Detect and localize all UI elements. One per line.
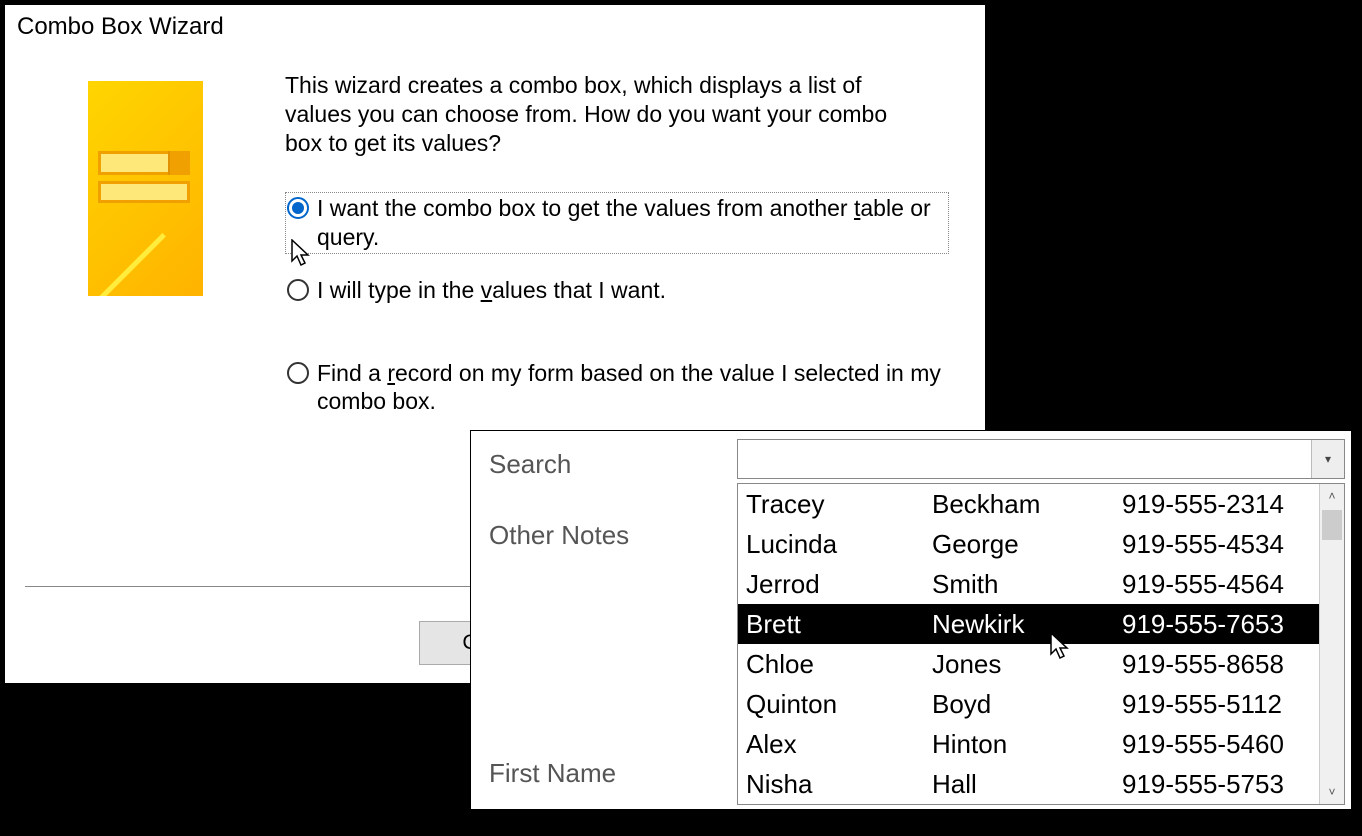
cell-last-name: Beckham: [928, 489, 1118, 520]
cell-phone: 919-555-5460: [1118, 729, 1319, 760]
radio-type-values[interactable]: I will type in the values that I want.: [285, 274, 949, 307]
cell-first-name: Brett: [738, 609, 928, 640]
cell-last-name: Hall: [928, 769, 1118, 800]
cell-last-name: Newkirk: [928, 609, 1118, 640]
cell-phone: 919-555-5753: [1118, 769, 1319, 800]
dropdown-toggle-button[interactable]: ▾: [1311, 440, 1344, 478]
combo-rows-container: TraceyBeckham919-555-2314LucindaGeorge91…: [738, 484, 1319, 804]
combo-list-item[interactable]: NishaHall919-555-5753: [738, 764, 1319, 804]
cell-last-name: George: [928, 529, 1118, 560]
radio-find-record[interactable]: Find a record on my form based on the va…: [285, 357, 949, 419]
search-combo-input[interactable]: ▾: [737, 439, 1345, 479]
combo-area: ▾ TraceyBeckham919-555-2314LucindaGeorge…: [733, 431, 1351, 809]
cell-first-name: Nisha: [738, 769, 928, 800]
chevron-up-icon: ˄: [1328, 489, 1335, 503]
combo-illustration-icon: [88, 81, 203, 296]
combo-list-item[interactable]: LucindaGeorge919-555-4534: [738, 524, 1319, 564]
combo-text-field[interactable]: [738, 440, 1311, 478]
cell-first-name: Lucinda: [738, 529, 928, 560]
chevron-down-icon: ˅: [1328, 785, 1335, 799]
combo-list-item[interactable]: QuintonBoyd919-555-5112: [738, 684, 1319, 724]
cell-phone: 919-555-7653: [1118, 609, 1319, 640]
search-label: Search: [489, 449, 715, 480]
cell-last-name: Boyd: [928, 689, 1118, 720]
cell-phone: 919-555-8658: [1118, 649, 1319, 680]
cell-last-name: Jones: [928, 649, 1118, 680]
scrollbar[interactable]: ˄ ˅: [1319, 484, 1344, 804]
combo-list-item[interactable]: BrettNewkirk919-555-7653: [738, 604, 1319, 644]
other-notes-label: Other Notes: [489, 520, 715, 551]
chevron-down-icon: ▾: [1325, 452, 1331, 466]
scroll-up-button[interactable]: ˄: [1320, 484, 1344, 508]
cell-last-name: Hinton: [928, 729, 1118, 760]
wizard-intro-text: This wizard creates a combo box, which d…: [285, 71, 925, 157]
radio-indicator-icon: [287, 362, 309, 384]
radio-label: I will type in the values that I want.: [317, 276, 666, 305]
cell-first-name: Alex: [738, 729, 928, 760]
cell-first-name: Quinton: [738, 689, 928, 720]
scroll-thumb[interactable]: [1322, 510, 1342, 540]
cell-first-name: Chloe: [738, 649, 928, 680]
cell-phone: 919-555-2314: [1118, 489, 1319, 520]
dialog-title: Combo Box Wizard: [5, 5, 985, 46]
cell-phone: 919-555-4564: [1118, 569, 1319, 600]
cell-phone: 919-555-5112: [1118, 689, 1319, 720]
cell-last-name: Smith: [928, 569, 1118, 600]
cell-first-name: Tracey: [738, 489, 928, 520]
wizard-graphic: [30, 71, 260, 536]
radio-label: Find a record on my form based on the va…: [317, 359, 947, 417]
combo-dropdown-list: TraceyBeckham919-555-2314LucindaGeorge91…: [737, 483, 1345, 805]
radio-label: I want the combo box to get the values f…: [317, 194, 947, 252]
combo-list-item[interactable]: AlexHinton919-555-5460: [738, 724, 1319, 764]
form-preview-panel: Search Other Notes First Name ▾ TraceyBe…: [470, 430, 1352, 810]
combo-list-item[interactable]: TraceyBeckham919-555-2314: [738, 484, 1319, 524]
scroll-down-button[interactable]: ˅: [1320, 780, 1344, 804]
cell-phone: 919-555-4534: [1118, 529, 1319, 560]
cell-first-name: Jerrod: [738, 569, 928, 600]
radio-indicator-icon: [287, 197, 309, 219]
radio-indicator-icon: [287, 279, 309, 301]
combo-list-item[interactable]: ChloeJones919-555-8658: [738, 644, 1319, 684]
radio-values-from-table[interactable]: I want the combo box to get the values f…: [285, 192, 949, 254]
first-name-label: First Name: [489, 758, 616, 789]
form-labels-column: Search Other Notes First Name: [471, 431, 733, 809]
combo-list-item[interactable]: JerrodSmith919-555-4564: [738, 564, 1319, 604]
